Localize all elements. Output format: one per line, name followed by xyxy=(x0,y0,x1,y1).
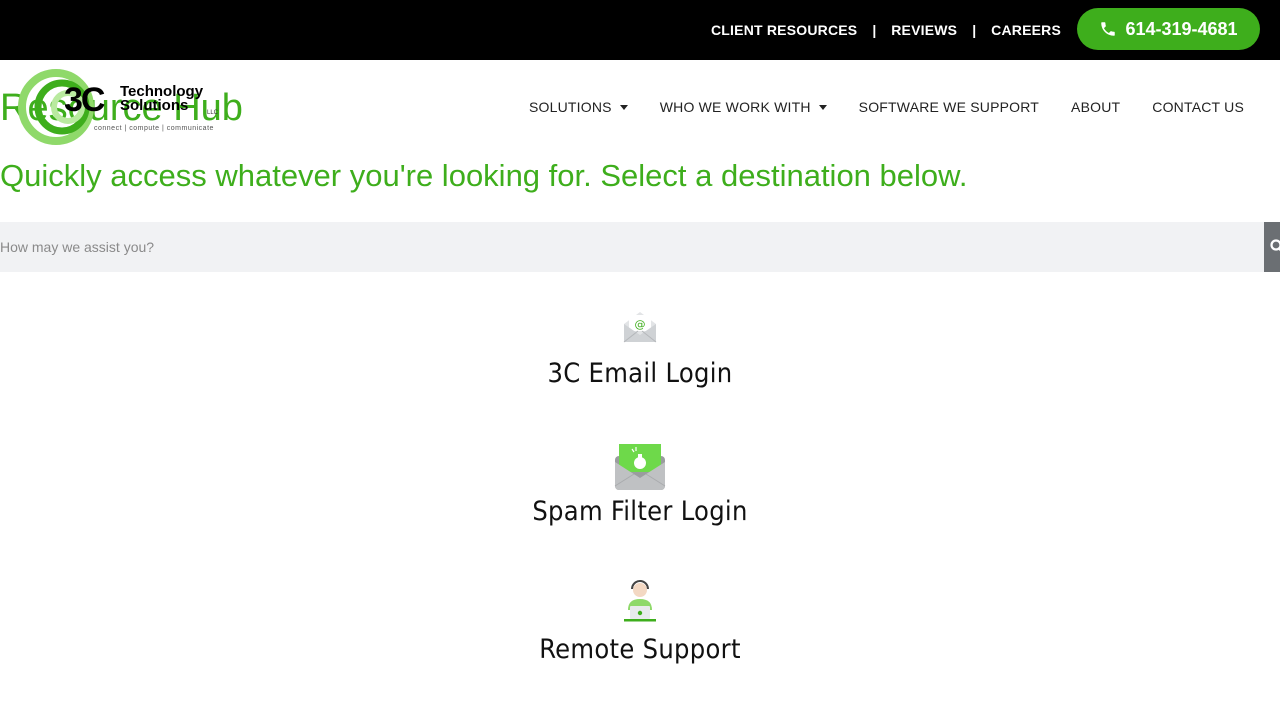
resource-label[interactable]: 3C Email Login xyxy=(0,358,1280,389)
top-links: CLIENT RESOURCES | REVIEWS | CAREERS xyxy=(711,0,1061,60)
spam-filter-icon xyxy=(614,444,666,490)
page-subtitle: Quickly access whatever you're looking f… xyxy=(0,158,968,193)
phone-button[interactable]: 614-319-4681 xyxy=(1077,8,1260,50)
main-nav: SOLUTIONS WHO WE WORK WITH SOFTWARE WE S… xyxy=(529,60,1244,154)
resource-spam-filter[interactable]: Spam Filter Login xyxy=(0,440,1280,535)
nav-label: ABOUT xyxy=(1071,99,1121,115)
nav-label: SOFTWARE WE SUPPORT xyxy=(858,99,1040,115)
separator: | xyxy=(972,22,977,38)
search-button[interactable] xyxy=(1264,222,1280,272)
resource-email[interactable]: @ 3C Email Login xyxy=(0,310,1280,400)
caret-down-icon xyxy=(619,104,628,110)
logo-mark: 3C xyxy=(64,81,105,119)
client-resources-link[interactable]: CLIENT RESOURCES xyxy=(711,22,857,38)
resource-remote-support[interactable]: Remote Support xyxy=(0,580,1280,670)
caret-down-icon xyxy=(818,104,827,110)
careers-link[interactable]: CAREERS xyxy=(991,22,1061,38)
resource-label[interactable]: Remote Support xyxy=(0,634,1280,665)
search-input[interactable] xyxy=(0,222,1200,272)
reviews-link[interactable]: REVIEWS xyxy=(891,22,957,38)
nav-item-about[interactable]: ABOUT xyxy=(1071,99,1120,115)
nav-item-contact-us[interactable]: CONTACT US xyxy=(1152,99,1244,115)
svg-text:@: @ xyxy=(635,318,646,331)
top-bar: CLIENT RESOURCES | REVIEWS | CAREERS 614… xyxy=(0,0,1280,60)
main-header: 3C Technology Solutions LLC connect | co… xyxy=(0,60,1280,154)
nav-item-solutions[interactable]: SOLUTIONS xyxy=(529,99,628,115)
separator: | xyxy=(872,22,877,38)
logo-tagline: connect | compute | communicate xyxy=(94,125,214,132)
phone-icon xyxy=(1101,22,1116,36)
logo-name: Technology Solutions xyxy=(120,84,203,114)
nav-label: WHO WE WORK WITH xyxy=(659,99,811,115)
logo-llc: LLC xyxy=(207,110,219,116)
email-icon: @ xyxy=(623,312,657,343)
company-logo[interactable]: 3C Technology Solutions LLC connect | co… xyxy=(18,69,228,145)
remote-support-icon xyxy=(624,580,656,622)
nav-item-who-we-work-with[interactable]: WHO WE WORK WITH xyxy=(660,99,827,115)
nav-item-software-we-support[interactable]: SOFTWARE WE SUPPORT xyxy=(859,99,1039,115)
search-icon xyxy=(1270,239,1280,252)
nav-label: CONTACT US xyxy=(1152,99,1244,115)
resource-label[interactable]: Spam Filter Login xyxy=(0,496,1280,527)
logo-word-solutions: Solutions xyxy=(120,97,189,114)
search-bar xyxy=(0,222,1264,272)
nav-label: SOLUTIONS xyxy=(529,99,612,115)
phone-number: 614-319-4681 xyxy=(1125,18,1238,39)
